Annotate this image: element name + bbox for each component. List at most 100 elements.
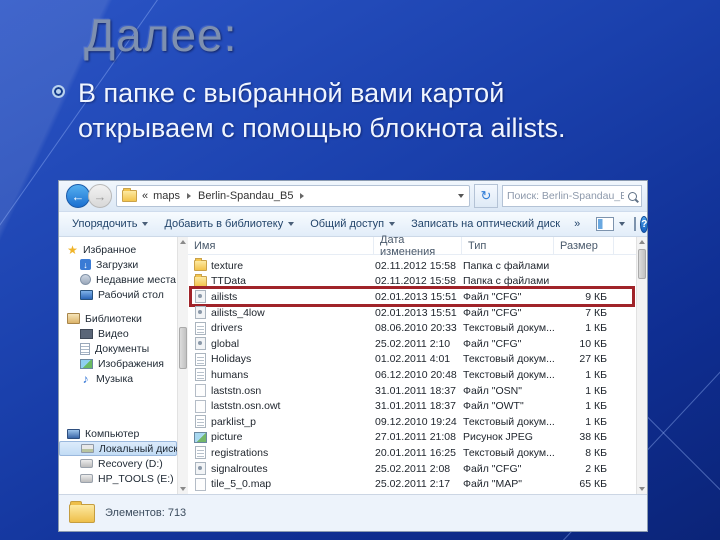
column-headers: Имя Дата изменения Тип Размер — [188, 234, 647, 258]
file-row[interactable]: picture 27.01.2011 21:08 Рисунок JPEG 38… — [188, 430, 647, 446]
sidebar-item-recovery-d-[interactable]: Recovery (D:) — [59, 456, 177, 471]
file-row[interactable]: signalroutes 25.02.2011 2:08 Файл "CFG" … — [188, 461, 647, 477]
file-name: picture — [211, 431, 243, 444]
sidebar-item-label: Библиотеки — [85, 312, 142, 325]
sidebar-item-библиотеки[interactable]: Библиотеки — [59, 311, 177, 326]
presentation-slide: Далее: В папке с выбранной вами картой о… — [0, 0, 720, 540]
slide-title: Далее: — [84, 9, 238, 61]
change-view-button[interactable] — [589, 214, 632, 234]
file-row[interactable]: humans 06.12.2010 20:48 Текстовый докум.… — [188, 367, 647, 383]
refresh-button[interactable]: ↻ — [474, 184, 498, 208]
sidebar-item-label: Компьютер — [85, 427, 140, 440]
organize-label: Упорядочить — [72, 218, 138, 230]
disk-icon — [81, 444, 94, 453]
folder-icon — [69, 500, 95, 523]
file-row[interactable]: texture 02.11.2012 15:58 Папка с файлами — [188, 258, 647, 274]
file-row[interactable]: tile_5_0.map 25.02.2011 2:17 Файл "MAP" … — [188, 476, 647, 492]
file-type: Файл "MAP" — [463, 478, 522, 491]
column-header-date[interactable]: Дата изменения — [374, 234, 462, 258]
sidebar-item-музыка[interactable]: ♪ Музыка — [59, 371, 177, 386]
file-type: Файл "CFG" — [463, 306, 522, 319]
search-input[interactable]: Поиск: Berlin-Spandau_B5 — [502, 185, 642, 207]
file-type-icon — [194, 321, 207, 335]
toolbar-overflow-button[interactable]: » — [569, 215, 585, 233]
sidebar-item-видео[interactable]: Видео — [59, 326, 177, 341]
file-date: 09.12.2010 19:24 — [375, 415, 457, 428]
status-bar: Элементов: 713 — [59, 494, 647, 531]
sidebar-item-недавние-места[interactable]: Недавние места — [59, 272, 177, 287]
sidebar-item-label: Рабочий стол — [98, 288, 164, 301]
file-list-scrollbar[interactable] — [636, 237, 647, 494]
file-date: 25.02.2011 2:17 — [375, 478, 451, 491]
breadcrumb-maps[interactable]: maps — [153, 190, 180, 202]
nav-scrollbar[interactable] — [177, 237, 188, 494]
file-row[interactable]: TTData 02.11.2012 15:58 Папка с файлами — [188, 273, 647, 290]
sidebar-item-компьютер[interactable]: Компьютер — [59, 426, 177, 441]
breadcrumb-map-folder[interactable]: Berlin-Spandau_B5 — [198, 190, 293, 202]
address-bar: ← → « maps Berlin-Spandau_B5 ↻ Поиск: Be… — [59, 181, 647, 212]
file-row[interactable]: global 25.02.2011 2:10 Файл "CFG" 10 КБ — [188, 336, 647, 352]
help-button[interactable]: ? — [640, 215, 649, 233]
file-name: registrations — [211, 446, 269, 459]
file-row[interactable]: laststn.osn.owt 31.01.2011 18:37 Файл "O… — [188, 398, 647, 414]
forward-button[interactable]: → — [88, 184, 112, 208]
file-row[interactable]: registrations 20.01.2011 16:25 Текстовый… — [188, 445, 647, 461]
file-size: 38 КБ — [579, 431, 607, 444]
file-row[interactable]: laststn.osn 31.01.2011 18:37 Файл "OSN" … — [188, 383, 647, 399]
file-type-icon — [194, 290, 207, 304]
sidebar-item-избранное[interactable]: ★ Избранное — [59, 242, 177, 257]
file-row[interactable]: ailists_4low 02.01.2013 15:51 Файл "CFG"… — [188, 305, 647, 321]
sidebar-item-локальный-диск[interactable]: Локальный диск — [59, 441, 177, 456]
address-dropdown-icon[interactable] — [458, 194, 464, 198]
file-size: 1 КБ — [585, 368, 607, 381]
file-list-pane: Имя Дата изменения Тип Размер texture 02… — [188, 234, 647, 494]
burn-disc-button[interactable]: Записать на оптический диск — [404, 215, 567, 233]
column-header-type[interactable]: Тип — [462, 237, 554, 254]
preview-pane-icon[interactable] — [634, 217, 637, 231]
file-type: Папка с файлами — [463, 259, 550, 272]
lib-icon — [67, 313, 80, 324]
sidebar-item-hp-tools-e-[interactable]: HP_TOOLS (E:) — [59, 471, 177, 486]
sidebar-item-документы[interactable]: Документы — [59, 341, 177, 356]
file-type-icon — [194, 258, 207, 272]
share-button[interactable]: Общий доступ — [303, 215, 402, 233]
sidebar-item-изображения[interactable]: Изображения — [59, 356, 177, 371]
file-type: Файл "CFG" — [463, 337, 522, 350]
burn-disc-label: Записать на оптический диск — [411, 218, 561, 230]
column-header-size[interactable]: Размер — [554, 237, 614, 254]
column-header-name[interactable]: Имя — [188, 237, 374, 254]
computer-icon — [67, 428, 80, 439]
sidebar-item-label: Изображения — [98, 357, 164, 370]
address-breadcrumb[interactable]: « maps Berlin-Spandau_B5 — [116, 185, 470, 207]
file-name: Holidays — [211, 353, 252, 366]
file-type: Файл "CFG" — [463, 462, 522, 475]
file-name: global — [211, 337, 240, 350]
file-name: ailists_4low — [211, 306, 265, 319]
bullet-text-line2: открываем с помощью блокнота ailists. — [78, 113, 566, 144]
back-button[interactable]: ← — [66, 184, 90, 208]
file-name: parklist_p — [211, 415, 256, 428]
file-date: 25.02.2011 2:08 — [375, 462, 451, 475]
file-type: Текстовый докум... — [463, 353, 555, 366]
organize-button[interactable]: Упорядочить — [65, 215, 155, 233]
sidebar-item-рабочий-стол[interactable]: Рабочий стол — [59, 287, 177, 302]
recent-icon — [80, 274, 91, 285]
file-row[interactable]: parklist_p 09.12.2010 19:24 Текстовый до… — [188, 414, 647, 430]
sidebar-item-label: Недавние места — [96, 273, 176, 286]
file-type: Рисунок JPEG — [463, 431, 533, 444]
items-count: Элементов: 713 — [105, 507, 187, 519]
file-name: laststn.osn.owt — [211, 400, 281, 413]
file-row[interactable]: ailists 02.01.2013 15:51 Файл "CFG" 9 КБ — [188, 286, 647, 307]
sidebar-item-загрузки[interactable]: ↓ Загрузки — [59, 257, 177, 272]
file-type: Текстовый докум... — [463, 446, 555, 459]
file-row[interactable]: Holidays 01.02.2011 4:01 Текстовый докум… — [188, 352, 647, 368]
breadcrumb-prefix: « — [142, 190, 149, 202]
file-type-icon — [194, 462, 207, 476]
chevron-right-icon — [300, 193, 305, 199]
file-row[interactable]: drivers 08.06.2010 20:33 Текстовый докум… — [188, 320, 647, 336]
add-to-library-button[interactable]: Добавить в библиотеку — [157, 215, 301, 233]
view-list-icon — [596, 217, 615, 231]
sidebar-item-label: Локальный диск — [99, 442, 177, 455]
file-type-icon — [194, 477, 207, 491]
drive-icon — [80, 474, 93, 483]
